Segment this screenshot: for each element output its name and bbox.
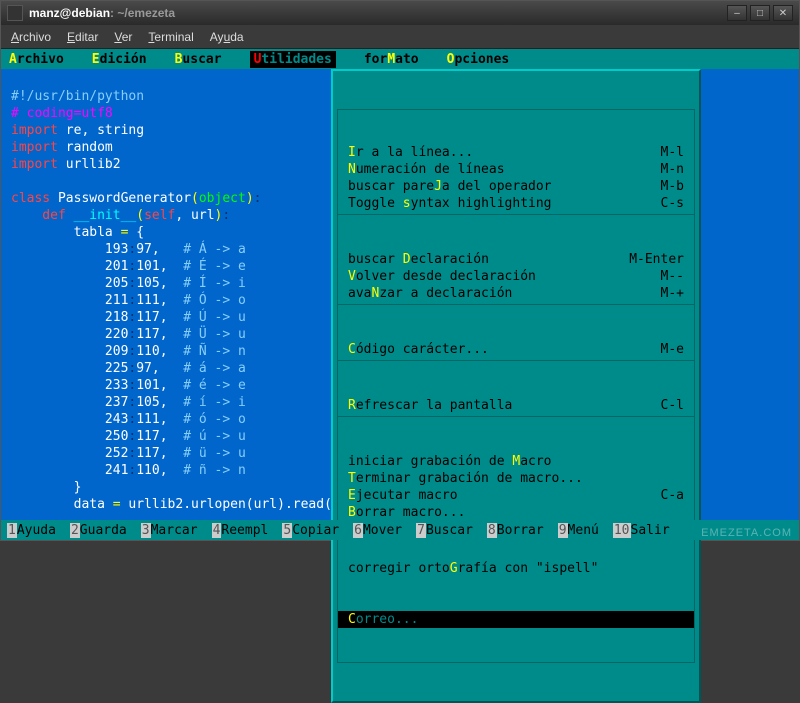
menu-editar[interactable]: Editar bbox=[67, 30, 98, 44]
dd-item-correo[interactable]: Correo... bbox=[338, 611, 694, 628]
code-area[interactable]: #!/usr/bin/python # coding=utf8 import r… bbox=[1, 69, 799, 520]
dd-item[interactable]: Borrar macro... bbox=[338, 504, 694, 521]
ed-menu-formato[interactable]: forMato bbox=[364, 52, 419, 67]
menu-ayuda[interactable]: Ayuda bbox=[210, 30, 244, 44]
function-key-bar: 1Ayuda 2Guarda 3Marcar 4Reempl 5Copiar 6Mover… bbox=[1, 520, 799, 540]
dd-item[interactable]: corregir ortoGrafía con "ispell" bbox=[338, 560, 694, 577]
dd-item[interactable]: Volver desde declaraciónM-- bbox=[338, 268, 694, 285]
fn-key-4[interactable]: 4Reempl bbox=[212, 523, 269, 538]
dd-item[interactable]: iniciar grabación de Macro bbox=[338, 453, 694, 470]
maximize-button[interactable]: □ bbox=[750, 5, 770, 21]
fn-key-8[interactable]: 8Borrar bbox=[487, 523, 544, 538]
dd-item[interactable]: Toggle syntax highlightingC-s bbox=[338, 195, 694, 212]
dd-item[interactable]: avaNzar a declaraciónM-+ bbox=[338, 285, 694, 302]
dd-item[interactable]: Ejecutar macroC-a bbox=[338, 487, 694, 504]
watermark: EMEZETA.COM bbox=[701, 527, 792, 539]
gtk-menubar: Archivo Editar Ver Terminal Ayuda bbox=[1, 25, 799, 49]
code-line: # coding=utf8 bbox=[11, 106, 113, 121]
menu-ver[interactable]: Ver bbox=[114, 30, 132, 44]
fn-key-1[interactable]: 1Ayuda bbox=[7, 523, 56, 538]
window-buttons: ‒ □ ✕ bbox=[727, 5, 793, 21]
fn-key-7[interactable]: 7Buscar bbox=[416, 523, 473, 538]
ed-menu-utilidades[interactable]: Utilidades bbox=[250, 51, 336, 68]
ed-menu-archivo[interactable]: Archivo bbox=[9, 52, 64, 67]
ed-menu-buscar[interactable]: Buscar bbox=[175, 52, 222, 67]
dd-item[interactable]: buscar pareJa del operadorM-b bbox=[338, 178, 694, 195]
terminal-window: manz@debian: ~/emezeta ‒ □ ✕ Archivo Edi… bbox=[0, 0, 800, 541]
utilidades-dropdown: Ir a la línea...M-lNumeración de líneasM… bbox=[331, 69, 701, 703]
editor-menubar: Archivo Edición Buscar Utilidades forMat… bbox=[1, 49, 799, 69]
dd-item[interactable]: Numeración de líneasM-n bbox=[338, 161, 694, 178]
fn-key-3[interactable]: 3Marcar bbox=[141, 523, 198, 538]
dd-item[interactable]: Terminar grabación de macro... bbox=[338, 470, 694, 487]
fn-key-9[interactable]: 9Menú bbox=[558, 523, 599, 538]
menu-archivo[interactable]: Archivo bbox=[11, 30, 51, 44]
minimize-button[interactable]: ‒ bbox=[727, 5, 747, 21]
menu-terminal[interactable]: Terminal bbox=[148, 30, 193, 44]
dd-item[interactable]: Código carácter...M-e bbox=[338, 341, 694, 358]
ed-menu-opciones[interactable]: Opciones bbox=[447, 52, 510, 67]
titlebar: manz@debian: ~/emezeta ‒ □ ✕ bbox=[1, 1, 799, 25]
fn-key-10[interactable]: 10Salir bbox=[613, 523, 670, 538]
fn-key-6[interactable]: 6Mover bbox=[353, 523, 402, 538]
terminal-body: Archivo Edición Buscar Utilidades forMat… bbox=[1, 49, 799, 540]
ed-menu-edicion[interactable]: Edición bbox=[92, 52, 147, 67]
dd-item[interactable]: buscar DeclaraciónM-Enter bbox=[338, 251, 694, 268]
close-button[interactable]: ✕ bbox=[773, 5, 793, 21]
window-title: manz@debian: ~/emezeta bbox=[29, 6, 727, 20]
fn-key-2[interactable]: 2Guarda bbox=[70, 523, 127, 538]
code-line: #!/usr/bin/python bbox=[11, 89, 144, 104]
dd-item[interactable]: Ir a la línea...M-l bbox=[338, 144, 694, 161]
app-icon bbox=[7, 5, 23, 21]
dd-item[interactable]: Refrescar la pantallaC-l bbox=[338, 397, 694, 414]
fn-key-5[interactable]: 5Copiar bbox=[282, 523, 339, 538]
